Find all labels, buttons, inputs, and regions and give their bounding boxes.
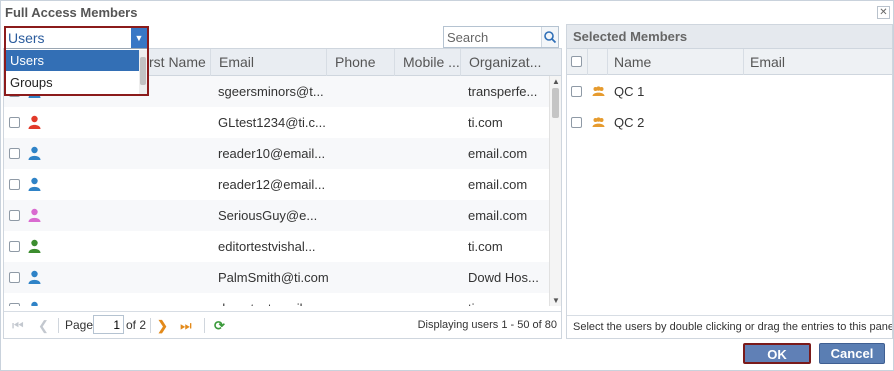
dialog-title: Full Access Members: [5, 5, 138, 20]
select-all-checkbox[interactable]: [571, 56, 582, 67]
email-cell: editortestvishal...: [218, 239, 316, 254]
organization-cell: Dowd Hos...: [468, 270, 539, 285]
email-cell: SeriousGuy@e...: [218, 208, 318, 223]
selected-members-footer: Select the users by double clicking or d…: [567, 315, 893, 338]
organization-cell: email.com: [468, 177, 528, 192]
search-box: [443, 26, 559, 48]
member-type-value: Users: [8, 30, 45, 46]
selection-hint: Select the users by double clicking or d…: [573, 321, 893, 333]
organization-cell: email.com: [468, 146, 528, 161]
row-checkbox[interactable]: [9, 303, 20, 306]
search-button[interactable]: [541, 27, 558, 47]
close-button[interactable]: ✕: [877, 6, 890, 19]
search-icon: [544, 31, 557, 44]
table-row[interactable]: demotestemailus... ti.com: [4, 293, 549, 306]
row-checkbox[interactable]: [9, 272, 20, 283]
group-icon: [592, 86, 605, 96]
column-email[interactable]: Email: [743, 49, 892, 75]
group-icon: [592, 117, 605, 127]
option-users[interactable]: Users: [6, 50, 139, 71]
option-groups[interactable]: Groups: [6, 72, 139, 93]
row-checkbox[interactable]: [9, 148, 20, 159]
member-type-combo[interactable]: Users ▼ Users Groups: [4, 26, 149, 96]
column-phone[interactable]: Phone: [326, 49, 394, 76]
member-name-cell: QC 1: [614, 84, 645, 99]
select-all-cell: [567, 49, 587, 75]
organization-cell: email.com: [468, 208, 528, 223]
chevron-down-icon[interactable]: ▼: [131, 28, 147, 48]
column-first-name[interactable]: rst Name: [140, 49, 210, 76]
member-type-field[interactable]: Users ▼: [6, 28, 147, 49]
next-page-icon[interactable]: ❯: [157, 318, 168, 334]
full-access-members-dialog: Full Access Members ✕ rst Name Email Pho…: [0, 0, 894, 371]
email-cell: PalmSmith@ti.com: [218, 270, 328, 285]
selected-members-title: Selected Members: [573, 29, 688, 44]
user-icon: [28, 239, 41, 253]
organization-cell: ti.com: [468, 239, 503, 254]
selected-members-panel: Selected Members Name Email QC 1 QC 2 Sel…: [566, 24, 893, 339]
row-checkbox[interactable]: [9, 241, 20, 252]
user-icon: [28, 146, 41, 160]
member-type-options: Users Groups: [6, 50, 147, 94]
table-row[interactable]: reader12@email... email.com: [4, 169, 549, 200]
row-checkbox[interactable]: [9, 210, 20, 221]
email-cell: reader10@email...: [218, 146, 326, 161]
email-cell: GLtest1234@ti.c...: [218, 115, 326, 130]
scrollbar-thumb[interactable]: [140, 57, 146, 85]
column-organization[interactable]: Organizat...: [460, 49, 548, 76]
selected-member-row[interactable]: QC 2: [567, 107, 892, 138]
users-grid-scrollbar[interactable]: ▲ ▼: [549, 76, 561, 306]
table-row[interactable]: reader10@email... email.com: [4, 138, 549, 169]
refresh-icon[interactable]: ⟳: [214, 318, 225, 334]
scroll-up-arrow-icon[interactable]: ▲: [552, 77, 560, 86]
search-input[interactable]: [444, 27, 542, 47]
organization-cell: transperfe...: [468, 84, 538, 99]
row-checkbox[interactable]: [9, 179, 20, 190]
prev-page-icon[interactable]: ❮: [38, 318, 49, 334]
selected-members-title-bar: Selected Members: [567, 25, 892, 49]
user-icon: [28, 177, 41, 191]
separator: [150, 318, 151, 333]
table-row[interactable]: SeriousGuy@e... email.com: [4, 200, 549, 231]
column-email[interactable]: Email: [210, 49, 326, 76]
table-row[interactable]: PalmSmith@ti.com Dowd Hos...: [4, 262, 549, 293]
cancel-button[interactable]: Cancel: [819, 343, 885, 364]
first-page-icon[interactable]: ⏮: [12, 318, 24, 334]
paging-toolbar: ⏮ ❮ Page of 2 ❯ ⏭ ⟳ Displaying users 1 -…: [4, 311, 561, 338]
users-grid-rows: sgeersminors@t... transperfe... GLtest1234…: [4, 76, 549, 306]
selected-members-header: Name Email: [567, 49, 892, 75]
table-row[interactable]: GLtest1234@ti.c... ti.com: [4, 107, 549, 138]
column-name[interactable]: Name: [607, 49, 743, 75]
selected-member-row[interactable]: QC 1: [567, 76, 892, 107]
table-row[interactable]: editortestvishal... ti.com: [4, 231, 549, 262]
icon-column: [587, 49, 607, 75]
user-icon: [31, 301, 38, 306]
column-mobile[interactable]: Mobile ...: [394, 49, 460, 76]
member-name-cell: QC 2: [614, 115, 645, 130]
paging-display-text: Displaying users 1 - 50 of 80: [417, 319, 557, 331]
user-icon: [28, 208, 41, 222]
scroll-down-arrow-icon[interactable]: ▼: [552, 296, 560, 305]
page-number-input[interactable]: [93, 315, 124, 334]
organization-cell: ti.com: [468, 293, 548, 306]
page-count-label: of 2: [126, 318, 147, 332]
ok-button[interactable]: OK: [743, 343, 811, 364]
options-scrollbar[interactable]: [139, 50, 147, 94]
row-checkbox[interactable]: [571, 117, 582, 128]
email-cell: sgeersminors@t...: [218, 84, 324, 99]
row-checkbox[interactable]: [9, 117, 20, 128]
email-cell: demotestemailus...: [218, 293, 328, 306]
email-cell: reader12@email...: [218, 177, 326, 192]
last-page-icon[interactable]: ⏭: [180, 318, 192, 334]
row-checkbox[interactable]: [571, 86, 582, 97]
separator: [58, 318, 59, 333]
scrollbar-thumb[interactable]: [552, 88, 559, 118]
title-bar: Full Access Members ✕: [1, 1, 893, 23]
separator: [204, 318, 205, 333]
organization-cell: ti.com: [468, 115, 503, 130]
user-icon: [28, 115, 41, 129]
user-icon: [28, 270, 41, 284]
page-label: Page: [65, 318, 94, 332]
